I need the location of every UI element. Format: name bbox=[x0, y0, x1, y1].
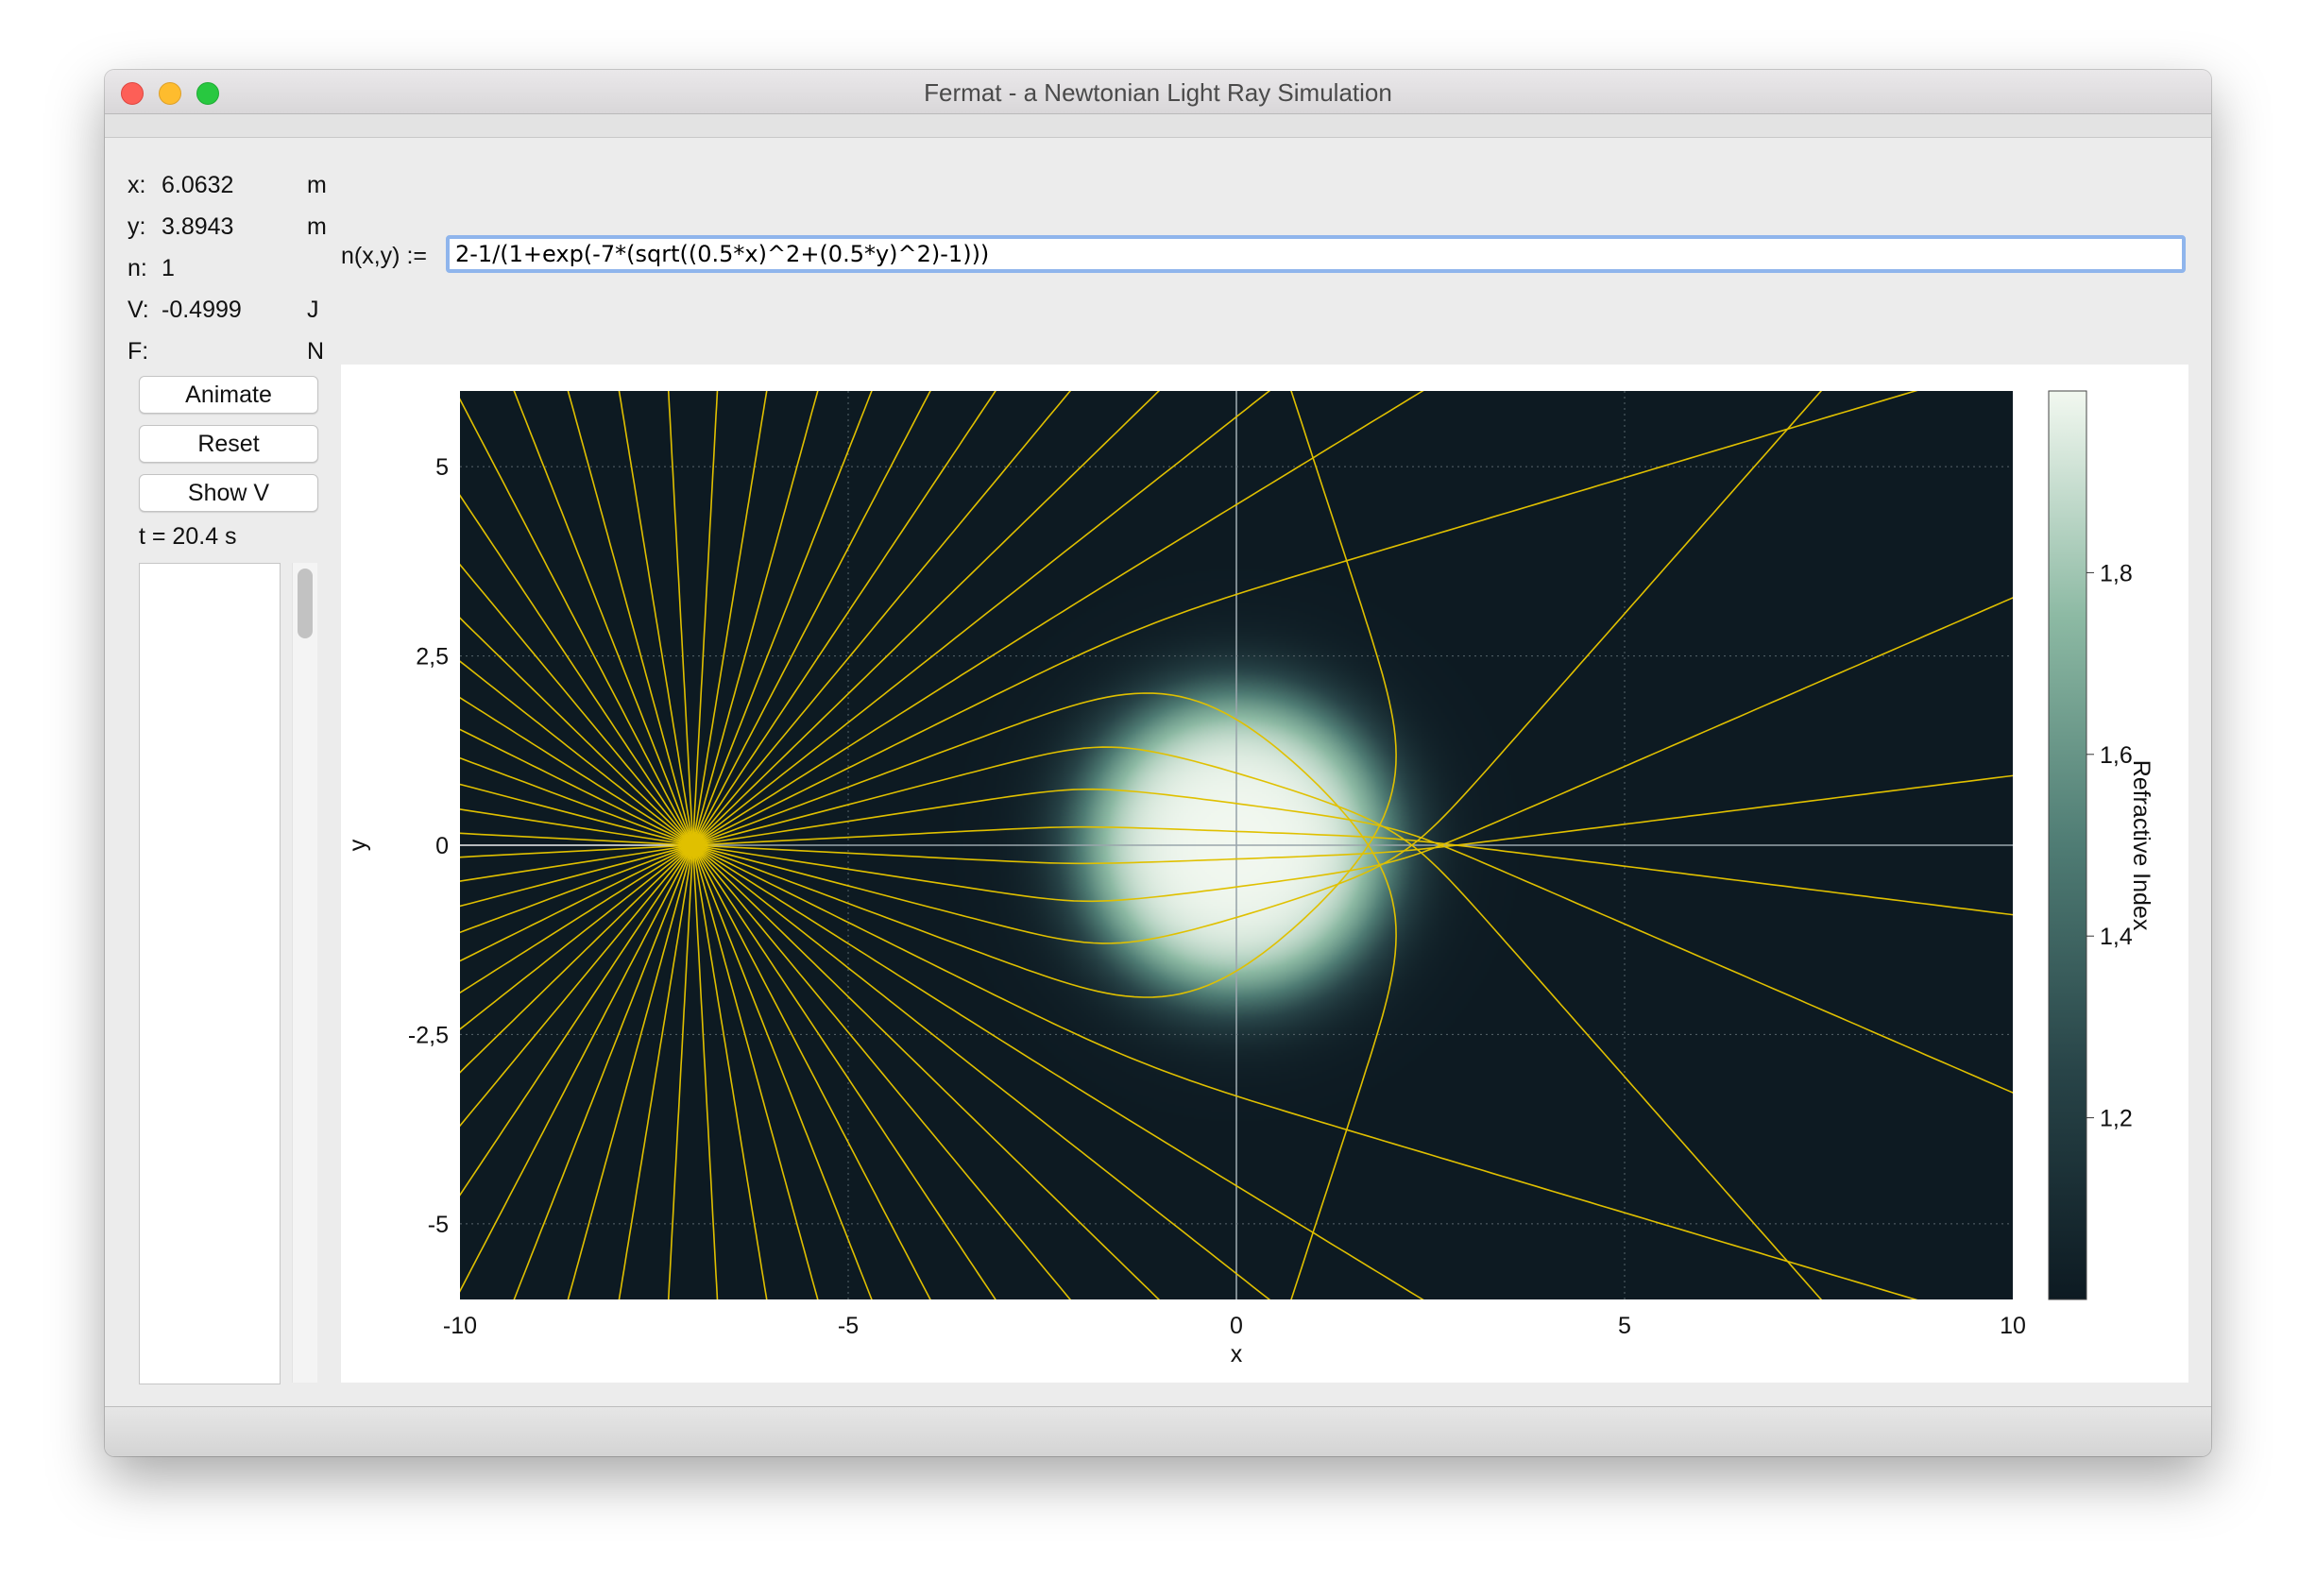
plot-panel[interactable]: -10 -5 0 5 10 5 2,5 0 -2,5 -5 x y 1,8 1,6 1,4 1,2 Re… bbox=[341, 365, 2188, 1383]
y-tick-label: 2,5 bbox=[416, 644, 449, 671]
x-tick-label: 5 bbox=[1618, 1313, 1631, 1339]
colorbar-tick-label: 1,8 bbox=[2100, 560, 2133, 586]
info-value: 3.8943 bbox=[162, 213, 234, 240]
info-label: V: bbox=[128, 297, 149, 323]
reset-button[interactable]: Reset bbox=[139, 425, 318, 463]
colorbar-tick-label: 1,4 bbox=[2100, 924, 2133, 950]
info-value: 6.0632 bbox=[162, 172, 234, 198]
time-label: t = 20.4 s bbox=[139, 523, 237, 550]
animate-button[interactable]: Animate bbox=[139, 376, 318, 414]
formula-label: n(x,y) := bbox=[341, 243, 427, 269]
window-title: Fermat - a Newtonian Light Ray Simulatio… bbox=[924, 78, 1392, 107]
info-label: n: bbox=[128, 255, 147, 281]
y-tick-label: 0 bbox=[435, 833, 449, 859]
app-window: Fermat - a Newtonian Light Ray Simulatio… bbox=[105, 70, 2211, 1456]
info-unit: N bbox=[307, 338, 325, 365]
colorbar bbox=[2048, 390, 2087, 1300]
colorbar-tick-label: 1,2 bbox=[2100, 1106, 2133, 1132]
y-axis-label: y bbox=[345, 839, 371, 851]
show-v-button[interactable]: Show V bbox=[139, 474, 318, 512]
info-value: -0.4999 bbox=[162, 297, 242, 323]
formula-input[interactable] bbox=[446, 235, 2186, 273]
info-label: y: bbox=[128, 213, 146, 240]
y-tick-label: -5 bbox=[428, 1212, 449, 1238]
plot-svg[interactable]: -10 -5 0 5 10 5 2,5 0 -2,5 -5 x y 1,8 1,6 1,4 1,2 Re… bbox=[341, 365, 2188, 1383]
colorbar-label: Refractive Index bbox=[2128, 760, 2154, 931]
colorbar-tick-label: 1,6 bbox=[2100, 742, 2133, 769]
info-unit: m bbox=[307, 172, 327, 198]
y-tick-label: 5 bbox=[435, 454, 449, 481]
info-label: x: bbox=[128, 172, 146, 198]
x-axis-label: x bbox=[1231, 1341, 1243, 1367]
title-bar: Fermat - a Newtonian Light Ray Simulatio… bbox=[105, 70, 2211, 114]
y-tick-label: -2,5 bbox=[408, 1022, 449, 1048]
info-unit: J bbox=[307, 297, 319, 323]
colorbar-ticks: 1,8 1,6 1,4 1,2 bbox=[2086, 560, 2133, 1132]
info-unit: m bbox=[307, 213, 327, 240]
toolbar-strip bbox=[105, 114, 2211, 138]
x-tick-label: -5 bbox=[838, 1313, 859, 1339]
info-label: F: bbox=[128, 338, 149, 365]
list-scrollbar[interactable] bbox=[292, 563, 317, 1383]
x-tick-label: 0 bbox=[1230, 1313, 1243, 1339]
x-tick-label: 10 bbox=[2000, 1313, 2026, 1339]
status-bar bbox=[105, 1406, 2211, 1456]
scrollbar-thumb[interactable] bbox=[298, 569, 313, 638]
info-value: 1 bbox=[162, 255, 175, 281]
x-tick-label: -10 bbox=[443, 1313, 477, 1339]
trajectory-list[interactable] bbox=[139, 563, 281, 1384]
